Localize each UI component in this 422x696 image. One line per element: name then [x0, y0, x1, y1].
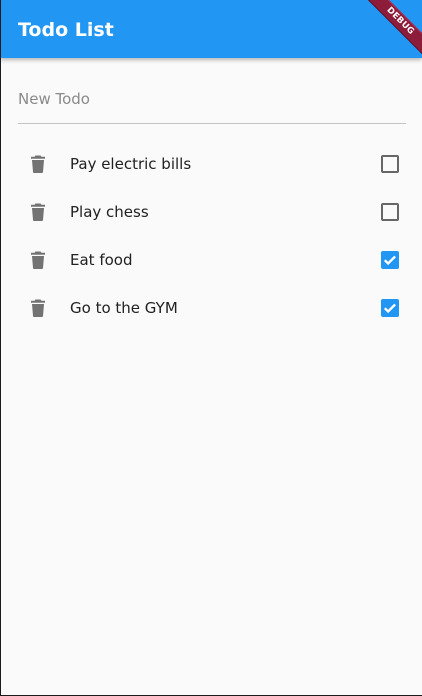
todo-text: Pay electric bills [70, 155, 192, 173]
todo-checkbox[interactable] [381, 155, 399, 173]
todo-item: Play chess [0, 188, 422, 236]
todo-checkbox[interactable] [381, 203, 399, 221]
trash-icon[interactable] [26, 200, 50, 224]
todo-list: Pay electric bills Play chess Eat food G… [0, 140, 422, 332]
app-title: Todo List [18, 19, 114, 41]
trash-icon[interactable] [26, 248, 50, 272]
trash-icon[interactable] [26, 152, 50, 176]
debug-banner: DEBUG [359, 0, 422, 58]
todo-item: Pay electric bills [0, 140, 422, 188]
trash-icon[interactable] [26, 296, 50, 320]
todo-text: Play chess [70, 203, 149, 221]
new-todo-input[interactable] [18, 80, 406, 118]
todo-item: Go to the GYM [0, 284, 422, 332]
todo-item: Eat food [0, 236, 422, 284]
todo-checkbox-checked[interactable] [381, 299, 399, 317]
new-todo-field [18, 80, 406, 124]
todo-text: Go to the GYM [70, 299, 178, 317]
todo-checkbox-checked[interactable] [381, 251, 399, 269]
todo-text: Eat food [70, 251, 133, 269]
app-bar: Todo List DEBUG [0, 0, 422, 58]
